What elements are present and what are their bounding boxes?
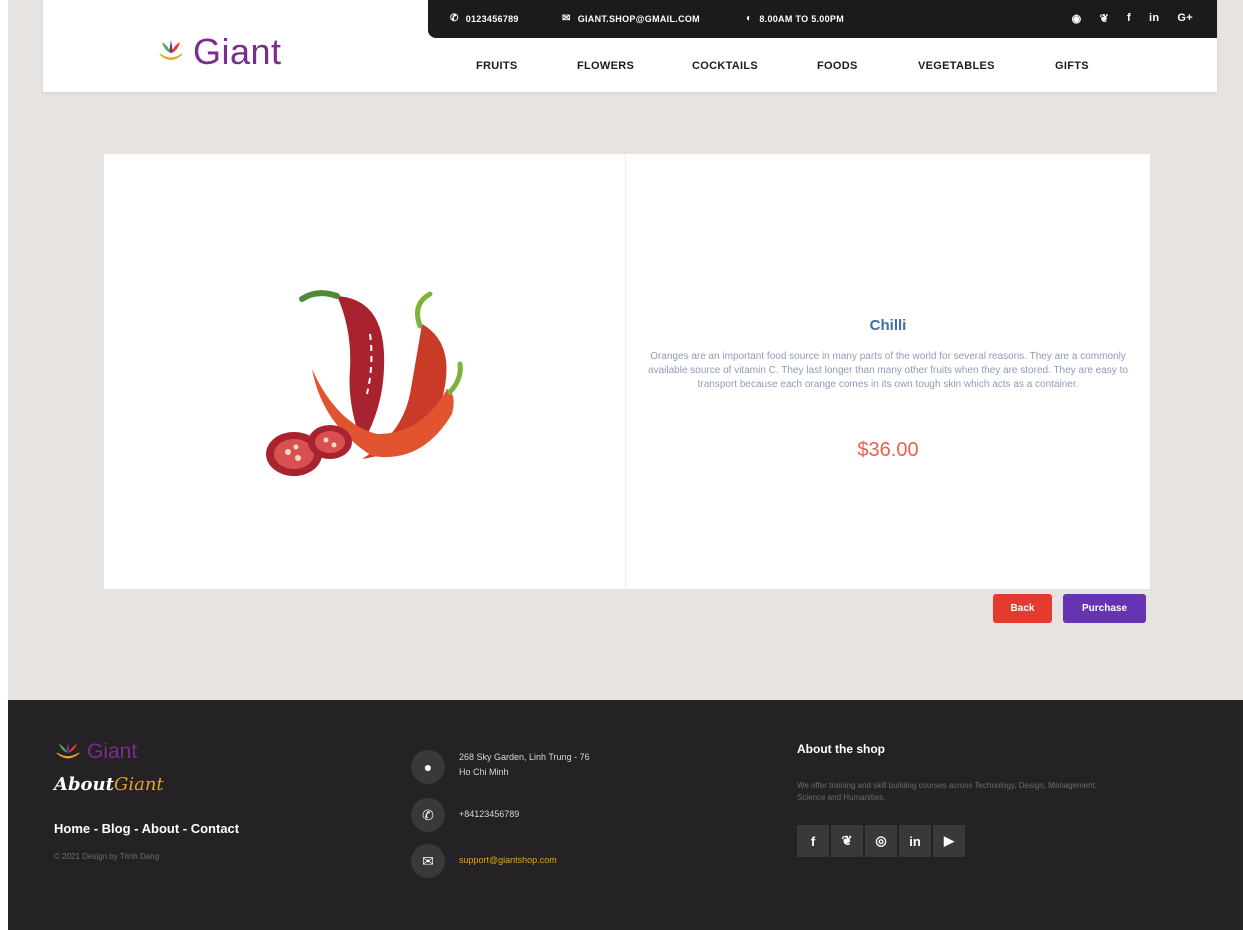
lotus-logo-icon	[56, 741, 80, 759]
phone-icon: ✆	[450, 13, 459, 24]
footer-about-heading: AboutGiant	[54, 774, 164, 795]
product-title: Chilli	[869, 317, 907, 334]
instagram-icon[interactable]: ◎	[865, 825, 897, 857]
brand-logo[interactable]: Giant	[155, 34, 282, 70]
topbar-email-text: GIANT.SHOP@GMAIL.COM	[577, 13, 700, 24]
brand-name: Giant	[193, 31, 282, 72]
footer-social-links: f ❦ ◎ in ▶	[797, 825, 967, 857]
twitter-icon[interactable]: ❦	[831, 825, 863, 857]
youtube-icon[interactable]: ▶	[933, 825, 965, 857]
product-image-panel	[104, 154, 626, 589]
nav-item-gifts[interactable]: GIFTS	[1055, 60, 1089, 72]
nav-item-foods[interactable]: FOODS	[817, 60, 858, 72]
chilli-image	[266, 290, 463, 476]
footer-about-prefix: About	[54, 774, 114, 795]
facebook-icon[interactable]: f	[1127, 12, 1131, 25]
footer-address: ● 268 Sky Garden, Linh Trung - 76 Ho Chi…	[411, 750, 590, 784]
footer-links[interactable]: Home - Blog - About - Contact	[54, 821, 239, 836]
footer-copyright: © 2021 Design by Trinh Dang	[54, 852, 160, 861]
topbar-social-links: ◉ ❦ f in G+	[1072, 12, 1193, 25]
envelope-icon: ✉	[411, 844, 445, 878]
lotus-logo-icon	[159, 40, 183, 60]
footer-phone-text[interactable]: +84123456789	[459, 807, 519, 822]
facebook-icon[interactable]: f	[797, 825, 829, 857]
phone-icon: ✆	[411, 798, 445, 832]
purchase-button[interactable]: Purchase	[1063, 594, 1146, 623]
back-button[interactable]: Back	[993, 594, 1052, 623]
footer-shop-title: About the shop	[797, 742, 885, 756]
linkedin-icon[interactable]: in	[899, 825, 931, 857]
footer-email-link[interactable]: support@giantshop.com	[459, 853, 557, 868]
topbar-email: ✉ GIANT.SHOP@GMAIL.COM	[562, 13, 700, 24]
page: Giant ✆ 0123456789 ✉ GIANT.SHOP@GMAIL.CO…	[8, 0, 1243, 930]
topbar-hours-text: 8.00AM TO 5.00PM	[759, 13, 845, 24]
google-plus-icon[interactable]: G+	[1177, 12, 1193, 25]
topbar-phone: ✆ 0123456789	[450, 13, 519, 24]
footer-brand-name: Giant	[87, 740, 138, 763]
footer-phone: ✆ +84123456789	[411, 798, 519, 832]
nav-item-flowers[interactable]: FLOWERS	[577, 60, 634, 72]
nav-item-fruits[interactable]: FRUITS	[476, 60, 518, 72]
product-info-panel: Chilli Oranges are an important food sou…	[626, 154, 1150, 589]
footer-address-line1: 268 Sky Garden, Linh Trung - 76	[459, 752, 590, 762]
top-info-bar: ✆ 0123456789 ✉ GIANT.SHOP@GMAIL.COM ◐ 8.…	[428, 0, 1217, 38]
footer-about-brand: Giant	[113, 774, 164, 795]
nav-item-vegetables[interactable]: VEGETABLES	[918, 60, 995, 72]
site-header: Giant ✆ 0123456789 ✉ GIANT.SHOP@GMAIL.CO…	[43, 0, 1217, 92]
product-card: Chilli Oranges are an important food sou…	[104, 154, 1150, 589]
linkedin-icon[interactable]: in	[1149, 12, 1159, 25]
product-description: Oranges are an important food source in …	[648, 351, 1128, 390]
envelope-icon: ✉	[562, 13, 571, 24]
site-footer: Giant AboutGiant Home - Blog - About - C…	[8, 700, 1243, 930]
clock-icon: ◐	[746, 13, 753, 24]
topbar-hours: ◐ 8.00AM TO 5.00PM	[746, 13, 844, 24]
footer-email: ✉ support@giantshop.com	[411, 844, 557, 878]
twitter-icon[interactable]: ❦	[1100, 12, 1110, 25]
footer-logo[interactable]: Giant	[53, 740, 137, 764]
map-pin-icon: ●	[411, 750, 445, 784]
footer-address-text: 268 Sky Garden, Linh Trung - 76 Ho Chi M…	[459, 750, 590, 780]
topbar-phone-text: 0123456789	[465, 13, 519, 24]
footer-address-line2: Ho Chi Minh	[459, 767, 509, 777]
product-price: $36.00	[857, 439, 919, 461]
nav-item-cocktails[interactable]: COCKTAILS	[692, 60, 758, 72]
footer-shop-text: We offer training and skill building cou…	[797, 781, 1098, 802]
user-icon[interactable]: ◉	[1072, 12, 1082, 25]
